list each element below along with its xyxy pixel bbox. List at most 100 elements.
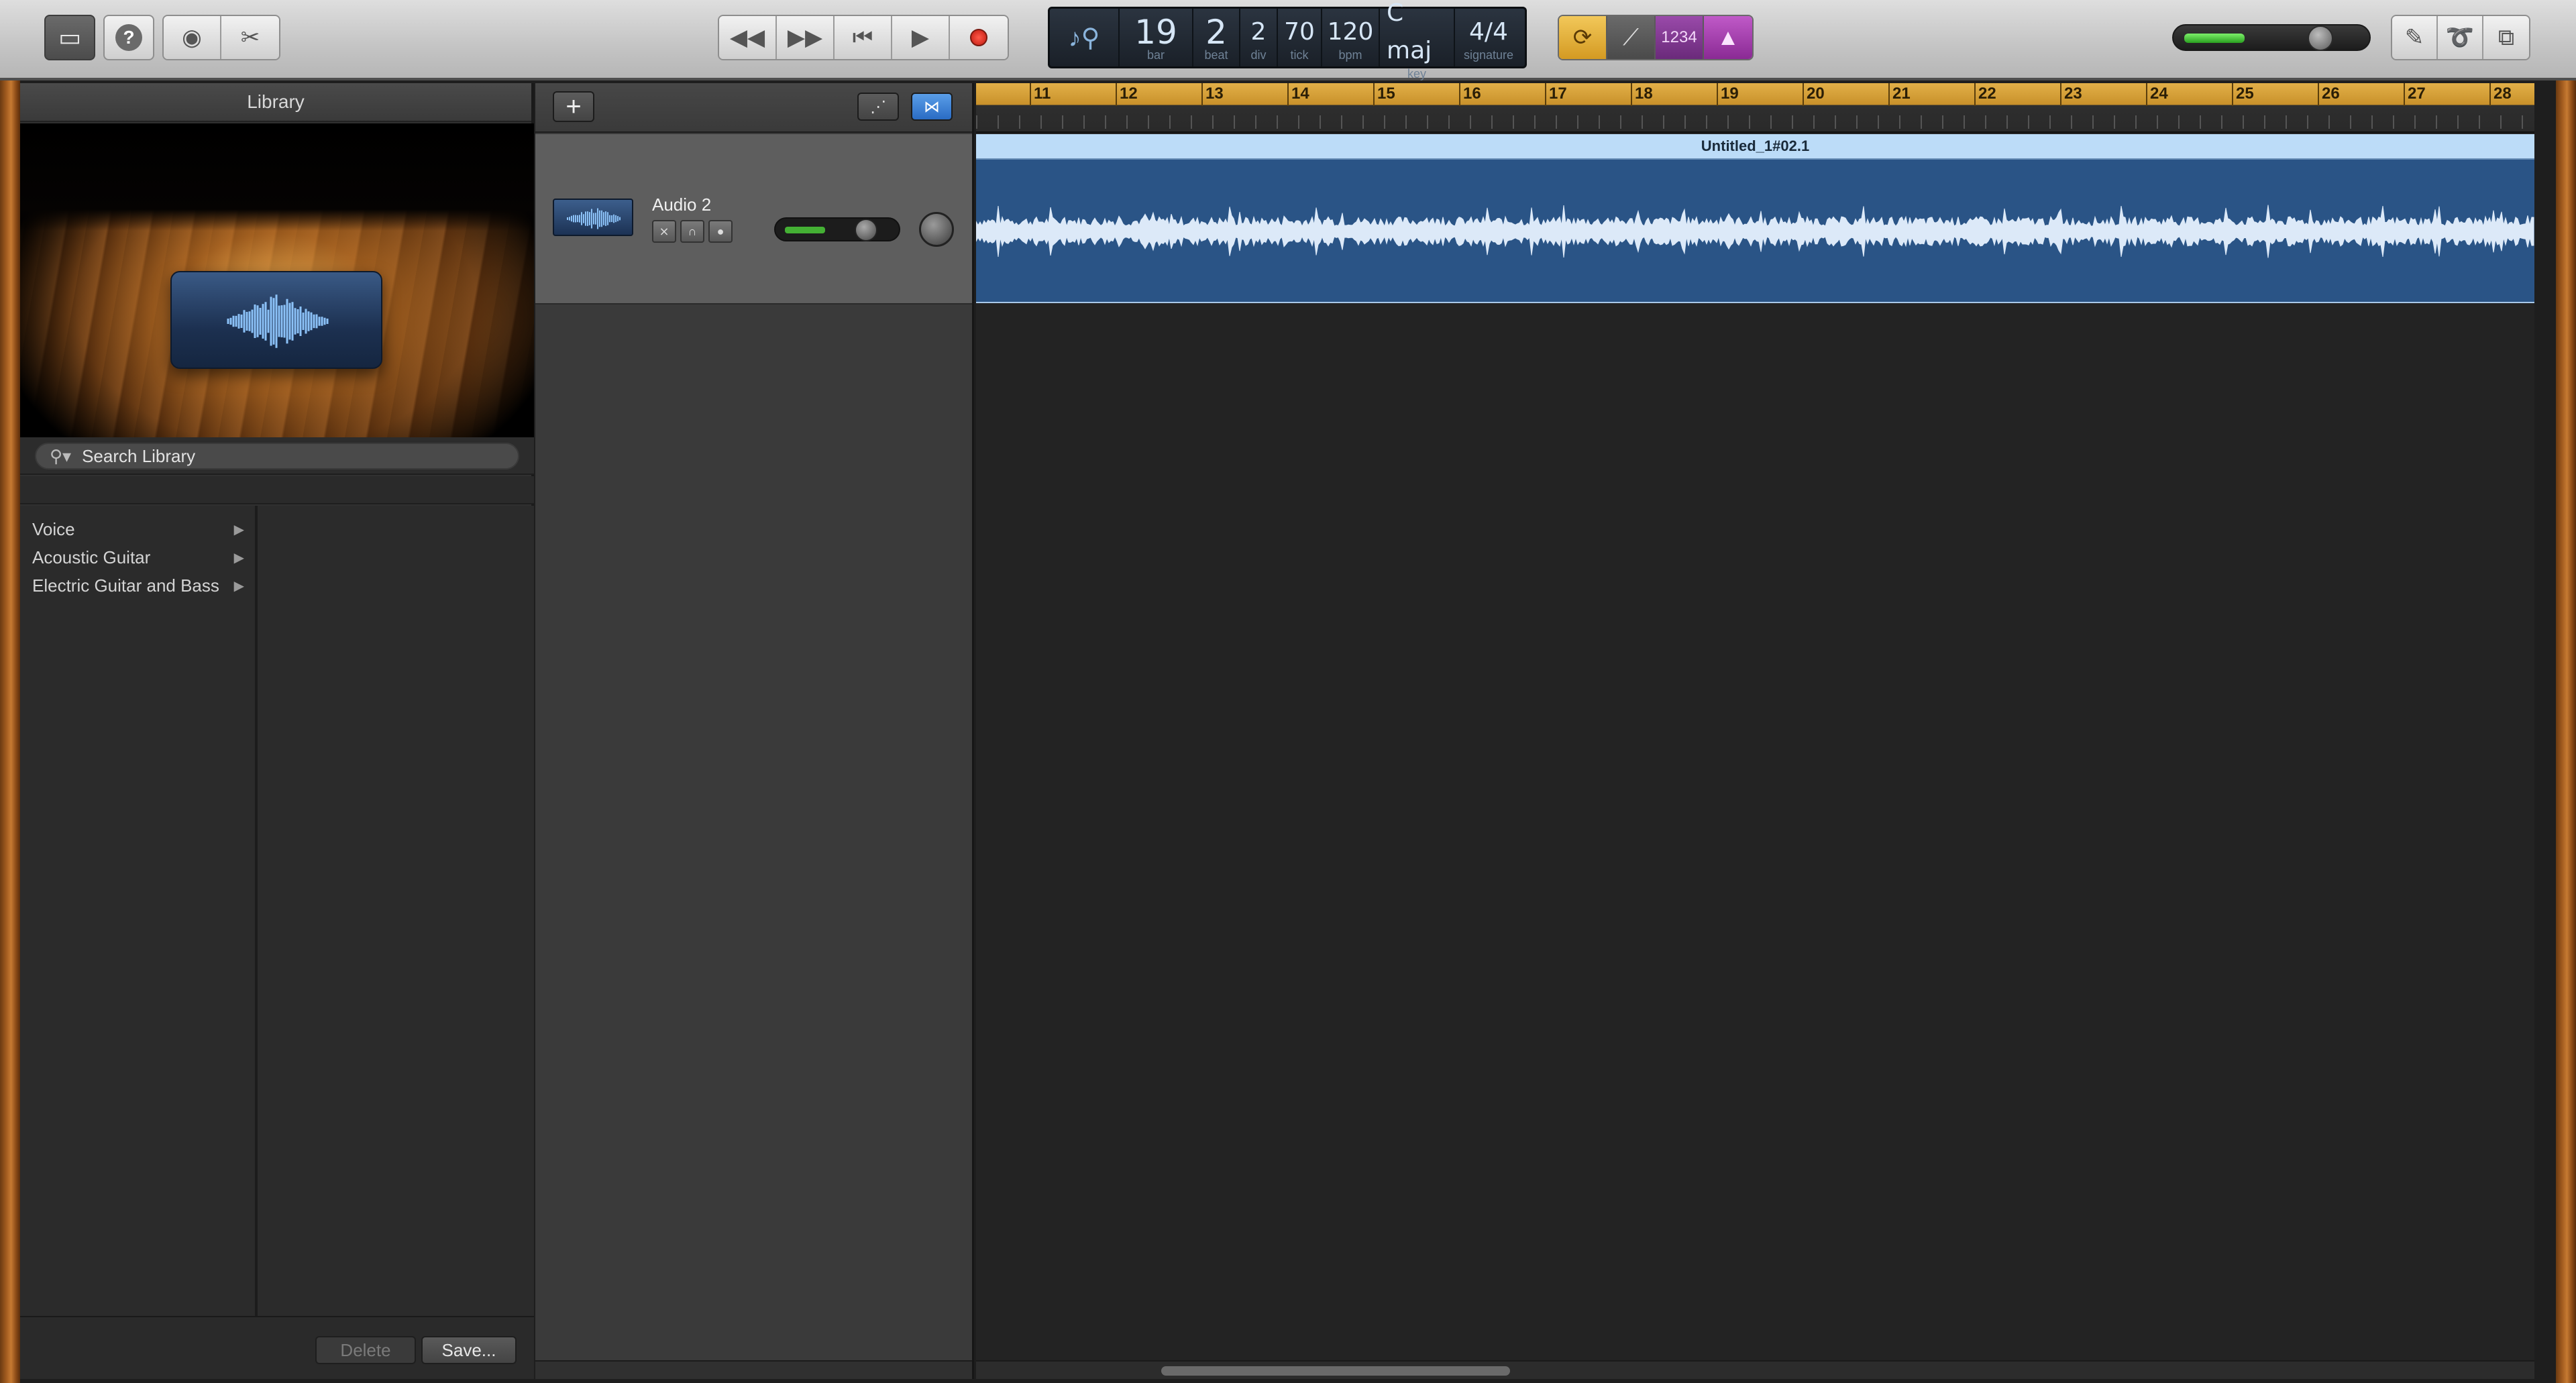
track-name[interactable]: Audio 2 <box>652 195 711 215</box>
play-icon: ▶ <box>911 25 930 50</box>
tracks-area: 11 12 13 14 15 16 17 18 19 20 21 22 23 24 25 26 27 28 Unt… <box>976 83 2534 1379</box>
track-volume-knob[interactable] <box>855 219 877 241</box>
go-to-beginning-icon: ⏮ <box>852 24 873 50</box>
record-button[interactable] <box>950 16 1008 59</box>
lcd-signature-label: signature <box>1463 48 1514 62</box>
library-footer: Delete Save... <box>20 1316 534 1379</box>
audio-patch-icon <box>170 271 382 369</box>
go-to-beginning-button[interactable]: ⏮ <box>835 16 892 59</box>
region-waveform[interactable] <box>976 160 2534 303</box>
lcd-tempo[interactable]: 120 bpm <box>1322 9 1380 66</box>
track-volume-slider[interactable] <box>774 217 900 241</box>
flex-icon: ⋈ <box>924 97 940 116</box>
region-name[interactable]: Untitled_1#02.1 <box>976 134 2534 160</box>
search-icon: ⚲▾ <box>50 445 72 466</box>
metronome-button[interactable]: ▲ <box>1704 16 1752 59</box>
ruler-bar-number: 26 <box>2322 85 2340 103</box>
library-search: ⚲▾ <box>20 437 534 475</box>
ruler-tick <box>1287 83 1289 106</box>
lcd-key[interactable]: C maj key <box>1380 0 1455 80</box>
ruler-bar-number: 19 <box>1721 85 1739 103</box>
add-track-button[interactable]: + <box>553 91 594 122</box>
master-volume-knob[interactable] <box>2308 25 2333 51</box>
control-bar: ▭ ? ◉ ✂ ◀◀ ▶▶ ⏮ ▶ ♪⚲ 19 bar 2 beat 2 div… <box>0 0 2576 80</box>
library-category-electric-guitar-and-bass[interactable]: Electric Guitar and Bass ▶ <box>20 571 255 600</box>
library-stage <box>20 123 534 437</box>
wood-panel-right <box>2556 0 2576 1383</box>
chevron-right-icon: ▶ <box>233 550 244 565</box>
search-field[interactable]: ⚲▾ <box>35 443 519 469</box>
scrollbar-thumb[interactable] <box>1161 1366 1510 1376</box>
delete-button[interactable]: Delete <box>315 1336 416 1364</box>
ruler-bar-number: 22 <box>1978 85 1996 103</box>
tuning-fork-icon: ⟋ <box>1623 24 1639 50</box>
master-volume-level <box>2184 34 2245 43</box>
lcd-mode[interactable]: ♪⚲ <box>1050 9 1120 66</box>
fast-forward-button[interactable]: ▶▶ <box>777 16 835 59</box>
flex-time-button[interactable]: ⋈ <box>911 93 953 121</box>
track-icon[interactable] <box>553 199 633 236</box>
record-enable-icon: ● <box>716 224 724 238</box>
editors-button[interactable]: ✂ <box>221 16 279 59</box>
automation-button[interactable]: ⋰ <box>857 93 899 121</box>
rewind-icon: ◀◀ <box>729 25 765 50</box>
lcd-div: 2 div <box>1240 9 1278 66</box>
library-pane: Library ⚲▾ Voice ▶ Acoustic Guitar <box>20 83 534 1379</box>
solo-button[interactable]: ∩ <box>680 220 704 243</box>
ruler-tick <box>2489 83 2491 106</box>
lcd-signature-value: 4/4 <box>1469 17 1508 46</box>
ruler-tick <box>1888 83 1890 106</box>
help-button[interactable]: ? <box>103 15 154 60</box>
lcd-display[interactable]: ♪⚲ 19 bar 2 beat 2 div 70 tick 120 bpm C… <box>1048 0 1527 80</box>
cycle-button[interactable]: ⟳ <box>1559 16 1607 59</box>
lcd-beat: 2 beat <box>1193 9 1240 66</box>
ruler-bar-number: 13 <box>1205 85 1224 103</box>
count-in-label: 1234 <box>1661 28 1697 46</box>
ruler-tick <box>1030 83 1031 106</box>
tuner-icon: ♪⚲ <box>1068 23 1100 52</box>
ruler-tick <box>1631 83 1632 106</box>
media-icon: ⧉ <box>2498 24 2515 50</box>
editors-icon: ✂ <box>240 25 260 50</box>
ruler-tick <box>2232 83 2233 106</box>
waveform-icon <box>227 294 329 348</box>
lcd-div-value: 2 <box>1250 17 1267 46</box>
save-button[interactable]: Save... <box>421 1336 517 1364</box>
play-button[interactable]: ▶ <box>892 16 950 59</box>
lcd-signature[interactable]: 4/4 signature <box>1455 9 1522 66</box>
lcd-tick-value: 70 <box>1284 17 1315 46</box>
ruler-bar-number: 20 <box>1807 85 1825 103</box>
count-in-button[interactable]: 1234 <box>1656 16 1704 59</box>
plus-icon: + <box>566 91 582 121</box>
wood-panel-left <box>0 0 20 1383</box>
ruler-bar-number: 18 <box>1635 85 1653 103</box>
library-category-acoustic-guitar[interactable]: Acoustic Guitar ▶ <box>20 543 255 571</box>
ruler-bar-number: 17 <box>1549 85 1567 103</box>
tuner-button[interactable]: ⟋ <box>1607 16 1656 59</box>
audio-region[interactable]: Untitled_1#02.1 <box>976 134 2534 303</box>
track-header-audio-2[interactable]: Audio 2 ⨯ ∩ ● <box>535 134 972 305</box>
search-input[interactable] <box>82 445 485 467</box>
loop-browser-button[interactable]: ➰ <box>2438 16 2483 59</box>
master-volume-slider[interactable] <box>2172 24 2371 51</box>
library-icon: ▭ <box>58 23 81 51</box>
browser-buttons: ✎ ➰ ⧉ <box>2391 15 2530 60</box>
library-button[interactable]: ▭ <box>44 15 95 60</box>
media-browser-button[interactable]: ⧉ <box>2483 16 2529 59</box>
ruler[interactable]: 11 12 13 14 15 16 17 18 19 20 21 22 23 24 25 26 27 28 <box>976 83 2534 133</box>
lcd-key-label: key <box>1407 66 1426 80</box>
record-enable-button[interactable]: ● <box>708 220 733 243</box>
metronome-icon: ▲ <box>1717 24 1739 50</box>
lcd-bpm-label: bpm <box>1338 48 1362 62</box>
smart-controls-button[interactable]: ◉ <box>164 16 221 59</box>
pan-knob[interactable] <box>919 212 954 247</box>
rewind-button[interactable]: ◀◀ <box>719 16 777 59</box>
chevron-right-icon: ▶ <box>233 522 244 537</box>
ruler-tick <box>1717 83 1718 106</box>
note-pad-button[interactable]: ✎ <box>2392 16 2438 59</box>
horizontal-scrollbar[interactable] <box>976 1360 2534 1379</box>
mute-button[interactable]: ⨯ <box>652 220 676 243</box>
library-category-voice[interactable]: Voice ▶ <box>20 515 255 543</box>
lcd-beat-value: 2 <box>1205 12 1227 52</box>
ruler-tick <box>1373 83 1375 106</box>
